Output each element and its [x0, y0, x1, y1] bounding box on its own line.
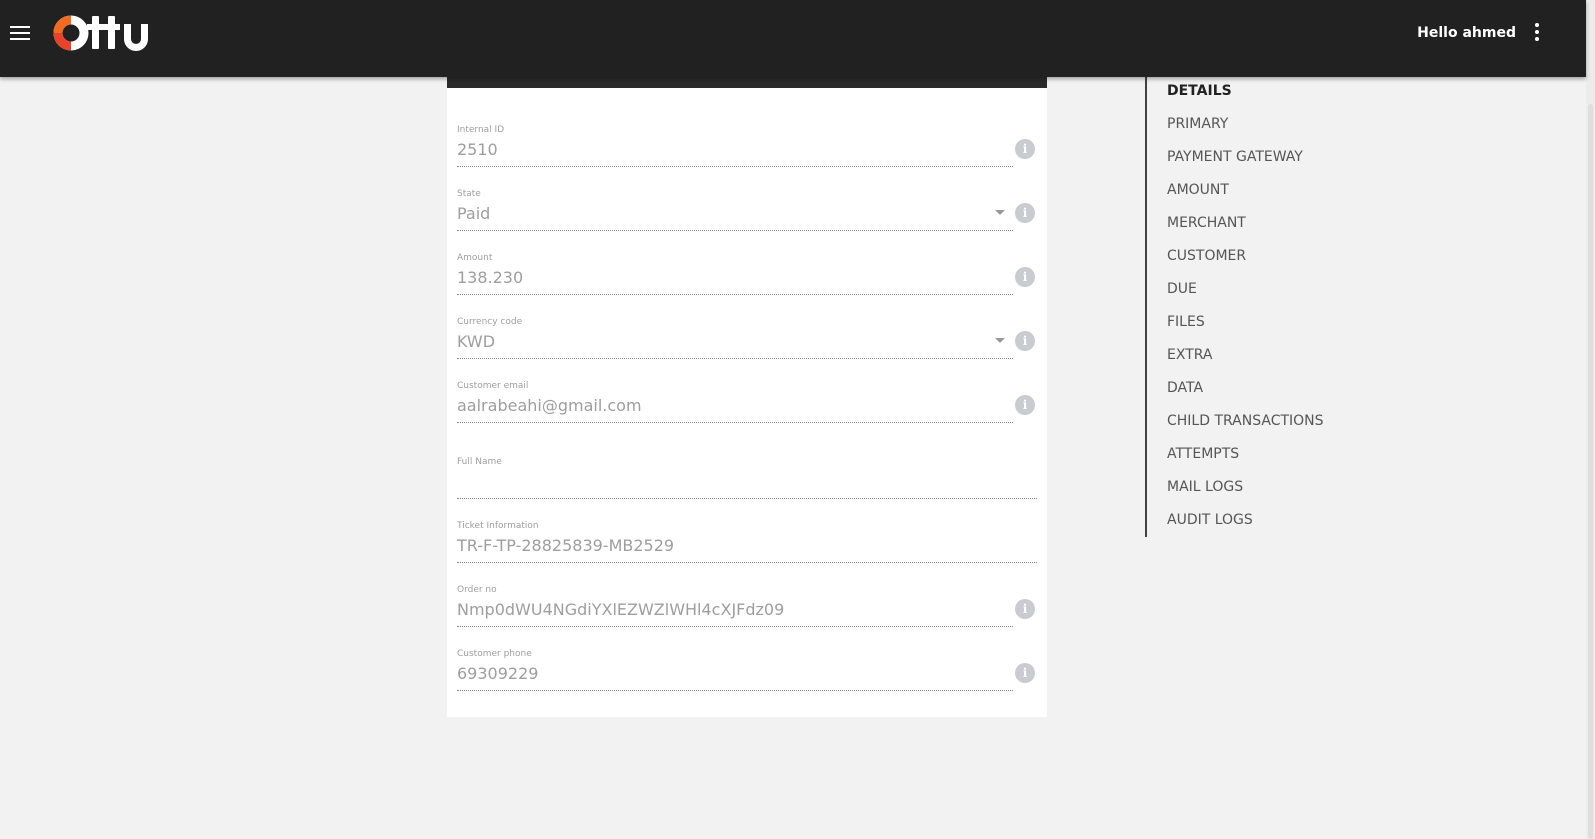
nav-item-audit-logs[interactable]: AUDIT LOGS	[1167, 510, 1253, 530]
section-nav: DETAILS PRIMARY PAYMENT GATEWAY AMOUNT M…	[1145, 77, 1367, 537]
field-label: State	[457, 189, 481, 199]
field-label: Amount	[457, 253, 493, 263]
nav-item-child-transactions[interactable]: CHILD TRANSACTIONS	[1167, 411, 1324, 431]
field-value: Nmp0dWU4NGdiYXlEZWZlWHl4cXJFdz09	[457, 600, 785, 619]
field-label: Currency code	[457, 317, 523, 327]
field-underline	[457, 562, 1037, 563]
ottu-logo[interactable]	[53, 13, 165, 53]
field-label: Order no	[457, 585, 497, 595]
field-value: TR-F-TP-28825839-MB2529	[457, 536, 675, 555]
field-value: KWD	[457, 332, 496, 351]
nav-item-primary[interactable]: PRIMARY	[1167, 114, 1228, 134]
info-icon[interactable]: i	[1015, 395, 1035, 415]
nav-item-amount[interactable]: AMOUNT	[1167, 180, 1229, 200]
field-underline	[457, 626, 1013, 627]
nav-item-details[interactable]: DETAILS	[1167, 81, 1232, 101]
nav-item-due[interactable]: DUE	[1167, 279, 1197, 299]
field-underline	[457, 166, 1013, 167]
info-icon[interactable]: i	[1015, 203, 1035, 223]
field-value: 69309229	[457, 664, 539, 683]
more-vert-icon[interactable]	[1530, 22, 1544, 44]
nav-item-extra[interactable]: EXTRA	[1167, 345, 1212, 365]
field-underline	[457, 358, 1013, 359]
dropdown-arrow-icon[interactable]	[995, 338, 1005, 343]
field-value: Paid	[457, 204, 491, 223]
nav-item-mail-logs[interactable]: MAIL LOGS	[1167, 477, 1243, 497]
page-scrollbar-thumb[interactable]	[1588, 104, 1593, 839]
dropdown-arrow-icon[interactable]	[995, 210, 1005, 215]
field-underline	[457, 422, 1013, 423]
nav-item-attempts[interactable]: ATTEMPTS	[1167, 444, 1239, 464]
field-underline	[457, 230, 1013, 231]
field-label: Customer phone	[457, 649, 532, 659]
field-value: 2510	[457, 140, 498, 159]
info-icon[interactable]: i	[1015, 267, 1035, 287]
user-greeting: Hello ahmed	[1417, 25, 1516, 41]
info-icon[interactable]: i	[1015, 663, 1035, 683]
nav-item-merchant[interactable]: MERCHANT	[1167, 213, 1246, 233]
field-label: Ticket Information	[457, 521, 539, 531]
nav-item-files[interactable]: FILES	[1167, 312, 1205, 332]
field-underline	[457, 498, 1037, 499]
info-icon[interactable]: i	[1015, 139, 1035, 159]
field-label: Full Name	[457, 457, 502, 467]
field-underline	[457, 294, 1013, 295]
field-value: 138.230	[457, 268, 524, 287]
top-app-bar: Hello ahmed	[0, 0, 1586, 77]
field-underline	[457, 690, 1013, 691]
info-icon[interactable]: i	[1015, 599, 1035, 619]
card-header-bar	[447, 77, 1047, 88]
field-label: Customer email	[457, 381, 529, 391]
details-card: Internal ID 2510 i State Paid i Amount 1…	[447, 77, 1047, 717]
hamburger-menu-icon[interactable]	[9, 22, 31, 44]
field-label: Internal ID	[457, 125, 505, 135]
info-icon[interactable]: i	[1015, 331, 1035, 351]
nav-item-payment-gateway[interactable]: PAYMENT GATEWAY	[1167, 147, 1303, 167]
nav-item-customer[interactable]: CUSTOMER	[1167, 246, 1246, 266]
nav-item-data[interactable]: DATA	[1167, 378, 1203, 398]
field-value: aalrabeahi@gmail.com	[457, 396, 642, 415]
